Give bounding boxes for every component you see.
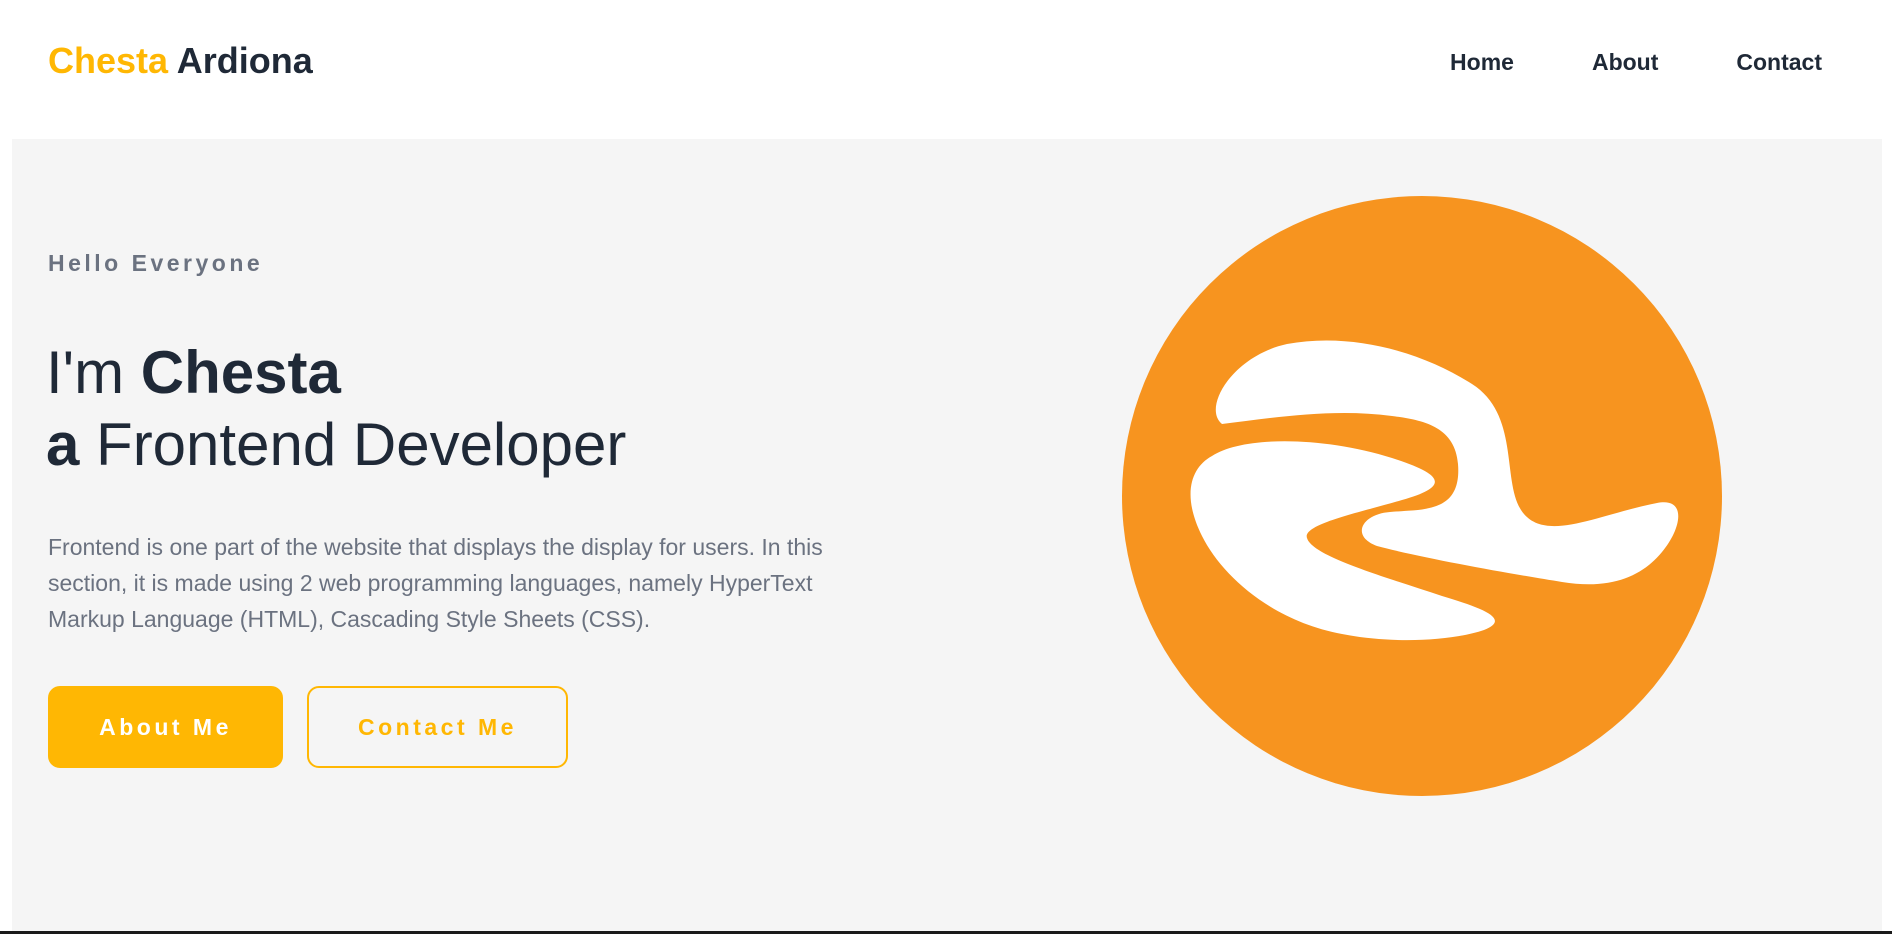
- contact-me-button[interactable]: Contact Me: [307, 686, 568, 768]
- headline-line-2: a Frontend Developer: [46, 409, 626, 481]
- nav-link-about[interactable]: About: [1592, 48, 1658, 76]
- brand-first-name: Chesta: [48, 40, 169, 81]
- brand-logo[interactable]: Chesta Ardiona: [48, 40, 313, 82]
- headline-role: Frontend Developer: [96, 411, 627, 478]
- brand-last-name: Ardiona: [176, 40, 313, 81]
- headline-line-1: I'm Chesta: [46, 337, 626, 409]
- nav-link-contact[interactable]: Contact: [1736, 48, 1822, 76]
- hero-logo: [1122, 196, 1722, 796]
- navbar: Chesta Ardiona Home About Contact: [0, 0, 1892, 139]
- hero-headline: I'm Chesta a Frontend Developer: [46, 337, 626, 481]
- headline-article: a: [46, 411, 80, 478]
- about-me-button[interactable]: About Me: [48, 686, 283, 768]
- headline-name: Chesta: [140, 339, 341, 406]
- hero-description: Frontend is one part of the website that…: [48, 534, 823, 632]
- wave-logo-icon: [1122, 196, 1722, 796]
- nav-link-home[interactable]: Home: [1450, 48, 1514, 76]
- hero-section: Hello Everyone I'm Chesta a Frontend Dev…: [12, 139, 1882, 932]
- hero-greeting: Hello Everyone: [48, 250, 264, 276]
- nav-menu: Home About Contact: [1450, 48, 1822, 76]
- headline-prefix: I'm: [46, 339, 125, 406]
